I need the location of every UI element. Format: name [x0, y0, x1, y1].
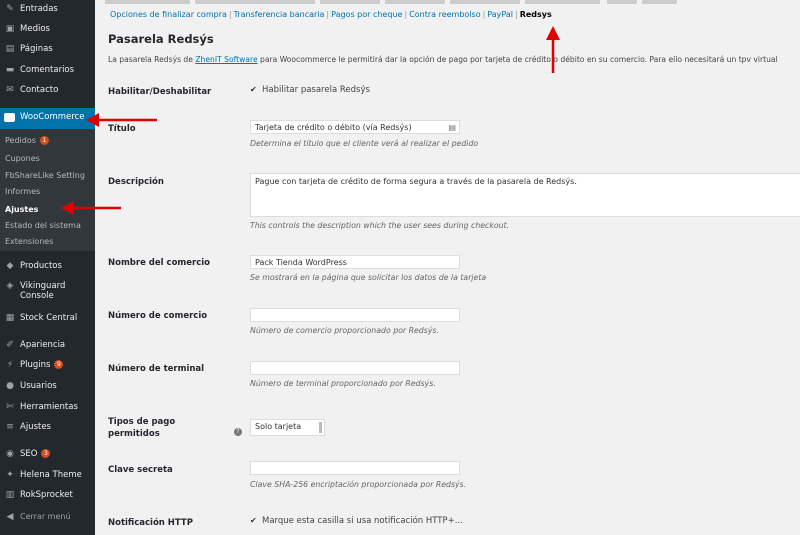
arrow-to-woocommerce: [86, 113, 157, 127]
annotation-arrows: [61, 26, 560, 215]
arrow-to-redsys: [546, 26, 560, 73]
arrow-to-ajustes: [61, 201, 121, 215]
